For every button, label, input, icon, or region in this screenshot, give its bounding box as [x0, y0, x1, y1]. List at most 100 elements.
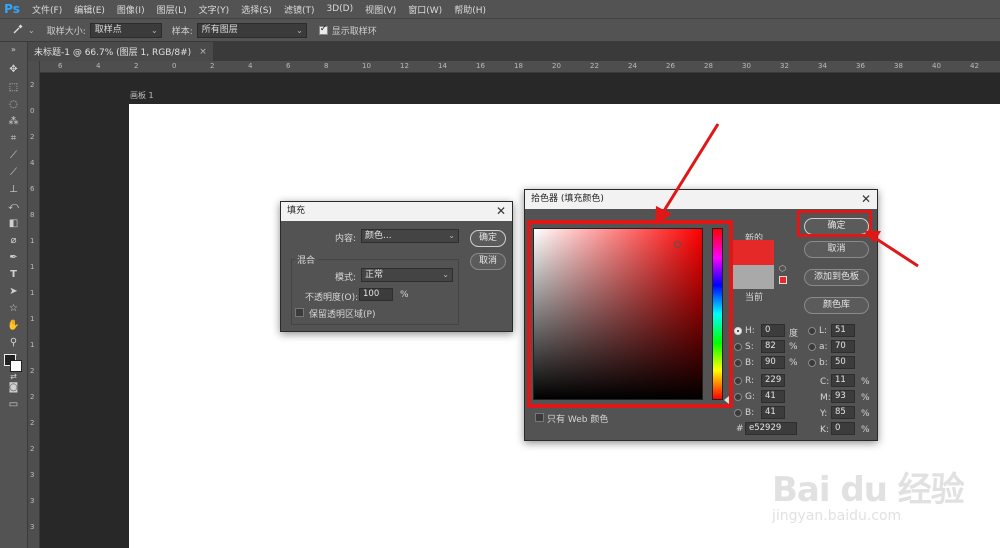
magenta-unit: %	[861, 393, 870, 403]
photoshop-logo: Ps	[4, 2, 20, 16]
brush-tool-icon[interactable]: ⟋	[5, 165, 22, 180]
pen-tool-icon[interactable]: ✒	[5, 250, 22, 265]
blue-radio[interactable]	[734, 409, 742, 417]
background-color-swatch[interactable]	[10, 360, 22, 372]
lab-b-input[interactable]: 50	[831, 356, 855, 369]
saturation-input[interactable]: 82	[761, 340, 785, 353]
magenta-label: M:	[820, 393, 831, 403]
document-tab[interactable]: 未标题-1 @ 66.7% (图层 1, RGB/8#) ×	[28, 42, 213, 61]
lab-a-input[interactable]: 70	[831, 340, 855, 353]
red-radio[interactable]	[734, 377, 742, 385]
red-input[interactable]: 229	[761, 374, 785, 387]
close-icon[interactable]: ✕	[861, 190, 871, 209]
menu-type[interactable]: 文字(Y)	[191, 3, 234, 16]
sample-select[interactable]: 所有图层 ⌄	[196, 22, 307, 38]
close-icon[interactable]: ×	[199, 47, 207, 57]
menu-file[interactable]: 文件(F)	[24, 3, 66, 16]
history-brush-tool-icon[interactable]: ⤺	[5, 199, 22, 214]
document-title: 未标题-1 @ 66.7% (图层 1, RGB/8#)	[34, 48, 192, 58]
path-selection-tool-icon[interactable]: ➤	[5, 284, 22, 299]
crop-tool-icon[interactable]: ⌗	[5, 131, 22, 146]
black-input[interactable]: 0	[831, 422, 855, 435]
fill-dialog: 填充 ✕ 内容: 颜色... ⌄ 确定 取消 混合 模式: 正常 ⌄ 不透明度(…	[280, 201, 513, 332]
dodge-tool-icon[interactable]: ⌀	[5, 233, 22, 248]
out-of-gamut-cube-icon[interactable]: ⬡	[779, 265, 787, 273]
green-radio[interactable]	[734, 393, 742, 401]
artboard-label[interactable]: 画板 1	[130, 90, 154, 101]
fill-cancel-button[interactable]: 取消	[470, 253, 506, 270]
collapse-toolbar-icon[interactable]: »	[5, 42, 22, 57]
ruler-tick-label: 4	[248, 62, 253, 70]
menu-layer[interactable]: 图层(L)	[149, 3, 191, 16]
blue-input[interactable]: 41	[761, 406, 785, 419]
color-libraries-button[interactable]: 颜色库	[804, 297, 869, 314]
shape-tool-icon[interactable]: ☆	[5, 301, 22, 316]
sample-size-select[interactable]: 取样点 ⌄	[89, 22, 162, 38]
menu-image[interactable]: 图像(I)	[109, 3, 149, 16]
fill-ok-button[interactable]: 确定	[470, 230, 506, 247]
brightness-input[interactable]: 90	[761, 356, 785, 369]
content-select[interactable]: 颜色... ⌄	[361, 229, 459, 243]
hue-input[interactable]: 0	[761, 324, 785, 337]
lab-b-radio[interactable]	[808, 359, 816, 367]
ruler-tick-label: 2	[134, 62, 139, 70]
marquee-tool-icon[interactable]: ⬚	[5, 80, 22, 95]
hex-input[interactable]: e52929	[745, 422, 797, 435]
zoom-tool-icon[interactable]: ⚲	[5, 335, 22, 350]
add-to-swatches-button[interactable]: 添加到色板	[804, 269, 869, 286]
lasso-tool-icon[interactable]: ◌	[5, 97, 22, 112]
new-color-swatch	[733, 240, 774, 265]
quick-mask-icon[interactable]: ◙	[5, 380, 22, 395]
ruler-tick-label: 2	[30, 367, 35, 375]
menu-view[interactable]: 视图(V)	[357, 3, 400, 16]
mode-select[interactable]: 正常 ⌄	[361, 268, 453, 282]
menu-window[interactable]: 窗口(W)	[400, 3, 446, 16]
web-colors-checkbox[interactable]	[535, 413, 544, 422]
chevron-down-icon: ⌄	[151, 25, 158, 35]
preserve-transparency-checkbox[interactable]	[295, 308, 304, 317]
stamp-tool-icon[interactable]: ⊥	[5, 182, 22, 197]
picker-cancel-button[interactable]: 取消	[804, 241, 869, 258]
eyedropper-icon[interactable]	[12, 23, 28, 38]
current-color-swatch[interactable]	[733, 265, 774, 289]
green-input[interactable]: 41	[761, 390, 785, 403]
vertical-ruler[interactable]: 2 0 2 4 6 8 1 1 1 1 1 2 2 2 2 3 3 3	[28, 61, 40, 548]
gamut-warning-swatch-icon[interactable]	[779, 276, 787, 284]
screen-mode-icon[interactable]: ▭	[5, 397, 22, 412]
brightness-radio[interactable]	[734, 359, 742, 367]
menu-select[interactable]: 选择(S)	[233, 3, 276, 16]
cyan-input[interactable]: 11	[831, 374, 855, 387]
hue-radio[interactable]	[734, 327, 742, 335]
saturation-radio[interactable]	[734, 343, 742, 351]
menu-filter[interactable]: 滤镜(T)	[276, 3, 319, 16]
magic-wand-tool-icon[interactable]: ⁂	[5, 114, 22, 129]
preserve-transparency-label: 保留透明区域(P)	[309, 310, 376, 320]
lab-l-radio[interactable]	[808, 327, 816, 335]
type-tool-icon[interactable]: T	[5, 267, 22, 282]
web-colors-label: 只有 Web 颜色	[547, 415, 609, 425]
menu-edit[interactable]: 编辑(E)	[66, 3, 109, 16]
hue-unit: 度	[789, 329, 799, 339]
ruler-tick-label: 16	[476, 62, 485, 70]
menu-help[interactable]: 帮助(H)	[446, 3, 490, 16]
lab-l-input[interactable]: 51	[831, 324, 855, 337]
tool-preset-chevron-icon[interactable]: ⌄	[28, 26, 35, 35]
move-tool-icon[interactable]: ✥	[5, 62, 22, 77]
chevron-down-icon: ⌄	[442, 270, 449, 279]
lab-a-radio[interactable]	[808, 343, 816, 351]
ruler-tick-label: 14	[438, 62, 447, 70]
opacity-input[interactable]: 100	[359, 288, 393, 301]
saturation-label: S:	[745, 342, 754, 352]
horizontal-ruler[interactable]: 6 4 2 0 2 4 6 8 10 12 14 16 18 20 22 24 26 28 30 32 34 36 38 40…	[40, 61, 1000, 73]
sample-value: 所有图层	[201, 24, 238, 35]
hand-tool-icon[interactable]: ✋	[5, 318, 22, 333]
close-icon[interactable]: ✕	[496, 202, 506, 221]
red-label: R:	[745, 376, 755, 386]
eyedropper-tool-icon[interactable]: ⟋	[5, 148, 22, 163]
mode-value: 正常	[365, 270, 384, 280]
menu-3d[interactable]: 3D(D)	[318, 4, 357, 14]
show-ring-checkbox[interactable]	[318, 24, 328, 35]
eraser-tool-icon[interactable]: ◧	[5, 216, 22, 231]
magenta-input[interactable]: 93	[831, 390, 855, 403]
yellow-input[interactable]: 85	[831, 406, 855, 419]
